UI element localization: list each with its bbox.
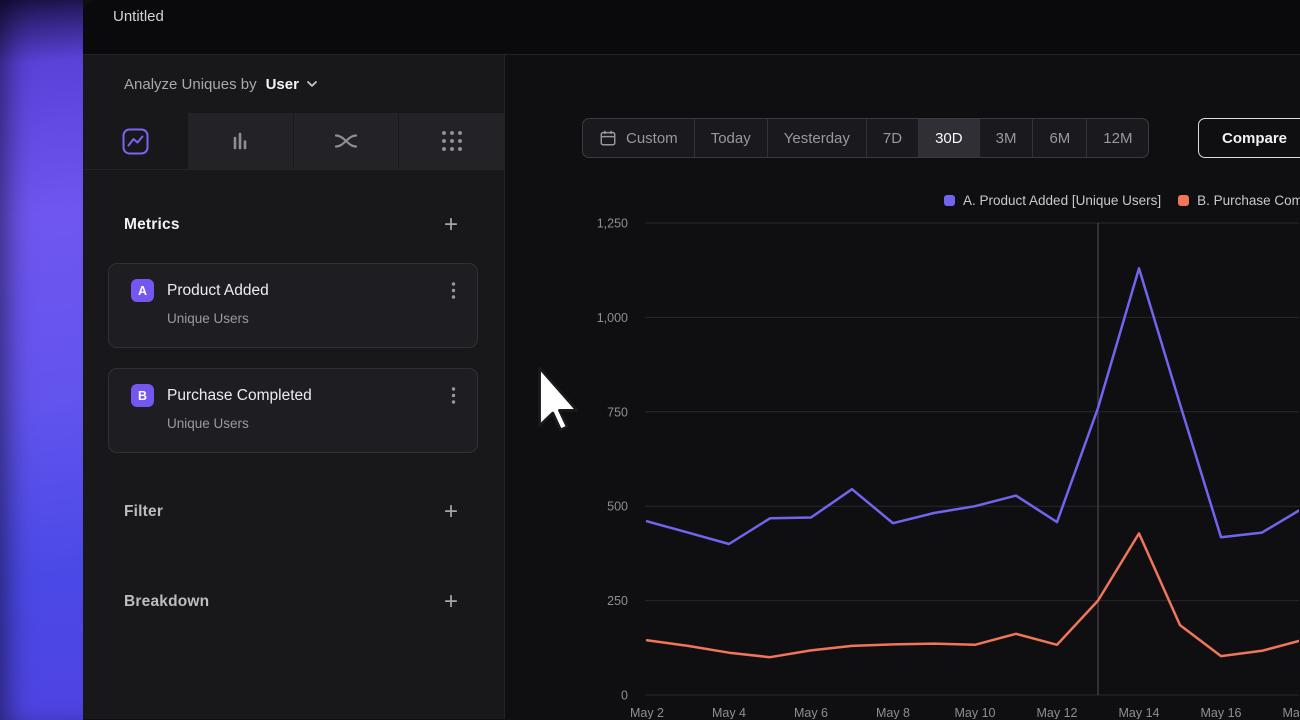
legend-item-b[interactable]: B. Purchase Completed [Unique Users] [1178, 193, 1300, 208]
range-button-label: 3M [996, 130, 1017, 147]
metric-title: Purchase Completed [167, 387, 446, 405]
range-button-label: Yesterday [784, 130, 850, 147]
svg-text:May 2: May 2 [630, 706, 664, 719]
svg-text:0: 0 [621, 689, 628, 703]
svg-text:May 8: May 8 [876, 706, 910, 719]
sidebar: Analyze Uniques by User [83, 55, 505, 719]
metric-badge-a: A [131, 279, 154, 302]
range-button-yesterday[interactable]: Yesterday [767, 119, 866, 157]
svg-text:500: 500 [607, 500, 628, 514]
line-chart-icon [122, 128, 149, 155]
legend-swatch [944, 195, 955, 206]
breakdown-section-header: Breakdown + [124, 587, 458, 617]
svg-text:May 10: May 10 [955, 706, 996, 719]
analyze-by-label: Analyze Uniques by [124, 76, 257, 93]
metric-subtitle: Unique Users [167, 416, 461, 431]
app-window: Untitled Analyze Uniques by User [83, 0, 1300, 720]
breakdown-heading: Breakdown [124, 593, 209, 611]
tab-line-chart[interactable] [83, 113, 188, 169]
legend-item-a[interactable]: A. Product Added [Unique Users] [944, 193, 1161, 208]
kebab-menu-icon[interactable] [446, 384, 461, 407]
range-button-label: Custom [626, 130, 678, 147]
range-button-30d[interactable]: 30D [918, 119, 979, 157]
filter-heading: Filter [124, 503, 163, 521]
metric-badge-b: B [131, 384, 154, 407]
chart-legend: A. Product Added [Unique Users] B. Purcha… [944, 193, 1300, 208]
calendar-icon [599, 129, 617, 147]
screen: Untitled Analyze Uniques by User [0, 0, 1300, 720]
svg-text:May 14: May 14 [1119, 706, 1160, 719]
flow-icon [333, 130, 359, 152]
range-button-label: 7D [883, 130, 902, 147]
analyze-row: Analyze Uniques by User [83, 55, 504, 113]
bar-chart-icon [228, 129, 252, 153]
left-gradient-strip [0, 0, 83, 720]
metric-card-a[interactable]: A Product Added Unique Users [108, 263, 478, 348]
report-title[interactable]: Untitled [83, 0, 164, 25]
tab-grid[interactable] [398, 113, 504, 169]
range-button-today[interactable]: Today [694, 119, 767, 157]
add-metric-button[interactable]: + [444, 213, 458, 237]
top-bar: Untitled [83, 0, 1300, 55]
svg-text:May 16: May 16 [1201, 706, 1242, 719]
svg-text:May 6: May 6 [794, 706, 828, 719]
metric-title: Product Added [167, 282, 446, 300]
metrics-heading: Metrics [124, 216, 180, 234]
add-breakdown-button[interactable]: + [444, 590, 458, 614]
range-button-6m[interactable]: 6M [1032, 119, 1086, 157]
content: Analyze Uniques by User [83, 55, 1300, 719]
range-button-label: 30D [935, 130, 963, 147]
metric-card-b[interactable]: B Purchase Completed Unique Users [108, 368, 478, 453]
view-type-tabs [83, 113, 504, 170]
legend-swatch [1178, 195, 1189, 206]
metrics-section-header: Metrics + [124, 210, 458, 240]
range-button-7d[interactable]: 7D [866, 119, 918, 157]
range-button-label: 6M [1049, 130, 1070, 147]
chart-panel: 0 250 500 750 1,000 1,250 May 2 May 4 May 6 May 8… [505, 55, 1300, 719]
range-button-label: 12M [1103, 130, 1132, 147]
range-button-3m[interactable]: 3M [979, 119, 1033, 157]
svg-text:250: 250 [607, 594, 628, 608]
add-filter-button[interactable]: + [444, 500, 458, 524]
svg-text:May 18: May 18 [1283, 706, 1300, 719]
date-range-group: Custom Today Yesterday 7D 30D 3M 6M 12M [582, 118, 1149, 158]
legend-label: A. Product Added [Unique Users] [963, 193, 1161, 208]
range-button-custom[interactable]: Custom [583, 119, 694, 157]
range-button-label: Today [711, 130, 751, 147]
tab-bar-chart[interactable] [188, 113, 293, 169]
svg-text:May 4: May 4 [712, 706, 746, 719]
metric-cards: A Product Added Unique Users [108, 263, 478, 453]
svg-text:1,250: 1,250 [597, 217, 628, 231]
compare-button[interactable]: Compare [1198, 118, 1300, 158]
legend-label: B. Purchase Completed [Unique Users] [1197, 193, 1300, 208]
chevron-down-icon [306, 80, 318, 88]
svg-text:750: 750 [607, 405, 628, 419]
svg-text:May 12: May 12 [1037, 706, 1078, 719]
filter-section-header: Filter + [124, 497, 458, 527]
svg-text:1,000: 1,000 [597, 311, 628, 325]
grid-dots-icon [439, 128, 465, 154]
tab-flow[interactable] [293, 113, 399, 169]
kebab-menu-icon[interactable] [446, 279, 461, 302]
analyze-entity-select[interactable]: User [266, 76, 318, 93]
metric-subtitle: Unique Users [167, 311, 461, 326]
range-button-12m[interactable]: 12M [1086, 119, 1148, 157]
analyze-entity-value: User [266, 76, 299, 93]
